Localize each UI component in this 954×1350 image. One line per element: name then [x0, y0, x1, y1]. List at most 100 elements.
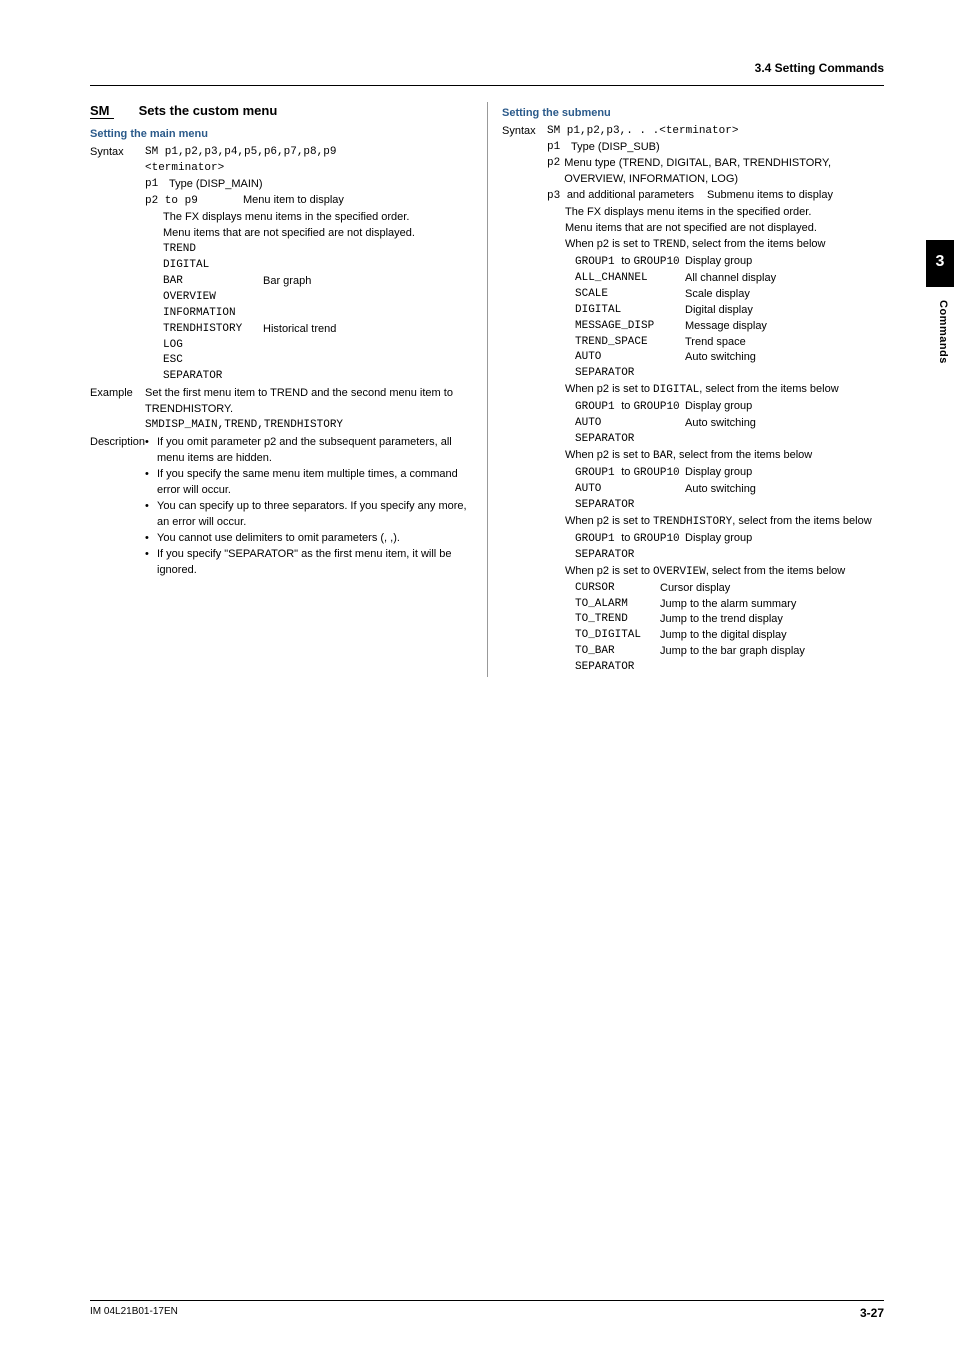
- totrend-val: Jump to the trend display: [660, 612, 783, 628]
- footer: IM 04L21B01-17EN 3-27: [90, 1300, 884, 1322]
- syntax-label: Syntax: [502, 124, 547, 676]
- syntax-line-sub: SM p1,p2,p3,. . .<terminator>: [547, 124, 884, 140]
- syntax-line: SM p1,p2,p3,p4,p5,p6,p7,p8,p9: [145, 145, 473, 161]
- th-items: GROUP1 to GROUP10 Display group SEPARATO…: [565, 531, 884, 564]
- p1-key: p1: [145, 177, 169, 193]
- footer-page-number: 3-27: [860, 1305, 884, 1322]
- bullet-mark-icon: •: [145, 499, 157, 531]
- p3-row: p3 and additional parameters Submenu ite…: [547, 188, 884, 205]
- scale-key: SCALE: [575, 287, 685, 303]
- p1-value: Type (DISP_MAIN): [169, 177, 263, 193]
- example-text: Set the first menu item to TREND and the…: [145, 386, 473, 418]
- msg-val: Message display: [685, 319, 767, 335]
- note-hidden: Menu items that are not specified are no…: [163, 226, 473, 242]
- p1-key: p1: [547, 140, 571, 156]
- allch-val: All channel display: [685, 271, 776, 287]
- ov-intro: When p2 is set to OVERVIEW, select from …: [565, 564, 884, 581]
- group-key: GROUP1 to GROUP10: [575, 465, 685, 482]
- footer-left: IM 04L21B01-17EN: [90, 1305, 178, 1322]
- toalarm-val: Jump to the alarm summary: [660, 597, 796, 613]
- description-label: Description: [90, 435, 145, 578]
- bullet-mark-icon: •: [145, 547, 157, 579]
- group-row: GROUP1 to GROUP10 Display group: [575, 254, 884, 271]
- scale-val: Scale display: [685, 287, 750, 303]
- trend-items: GROUP1 to GROUP10 Display group ALL_CHAN…: [565, 254, 884, 383]
- footer-row: IM 04L21B01-17EN 3-27: [90, 1305, 884, 1322]
- note-order: The FX displays menu items in the specif…: [565, 205, 884, 221]
- tspace-val: Trend space: [685, 335, 746, 351]
- digital-key: DIGITAL: [575, 303, 685, 319]
- item-digital: DIGITAL: [163, 258, 473, 274]
- group-val: Display group: [685, 531, 752, 548]
- tobar-key: TO_BAR: [575, 644, 660, 660]
- item-separator: SEPARATOR: [163, 369, 473, 385]
- side-chapter-label: Commands: [934, 300, 950, 364]
- auto-key: AUTO: [575, 416, 685, 432]
- bullet-mark-icon: •: [145, 435, 157, 467]
- totrend-row: TO_TREND Jump to the trend display: [575, 612, 884, 628]
- auto-row: AUTO Auto switching: [575, 416, 884, 432]
- bullet-text: If you specify the same menu item multip…: [157, 467, 473, 499]
- todigital-key: TO_DIGITAL: [575, 628, 660, 644]
- group-key: GROUP1 to GROUP10: [575, 254, 685, 271]
- menu-description: The FX displays menu items in the specif…: [145, 210, 473, 385]
- example-code: SMDISP_MAIN,TREND,TRENDHISTORY: [145, 418, 473, 434]
- p2-row: p2 Menu type (TREND, DIGITAL, BAR, TREND…: [547, 156, 884, 188]
- subheading-main-menu: Setting the main menu: [90, 127, 473, 143]
- side-tab: 3: [926, 240, 954, 287]
- bullet-text: You cannot use delimiters to omit parame…: [157, 531, 473, 547]
- th-intro: When p2 is set to TRENDHISTORY, select f…: [565, 514, 884, 531]
- bullet-mark-icon: •: [145, 467, 157, 499]
- todigital-row: TO_DIGITAL Jump to the digital display: [575, 628, 884, 644]
- digital-intro: When p2 is set to DIGITAL, select from t…: [565, 382, 884, 399]
- section-header: 3.4 Setting Commands: [90, 60, 884, 77]
- item-bar-key: BAR: [163, 274, 263, 290]
- group-row: GROUP1 to GROUP10 Display group: [575, 399, 884, 416]
- syntax-row-sub: Syntax SM p1,p2,p3,. . .<terminator> p1 …: [502, 124, 884, 676]
- item-th-val: Historical trend: [263, 322, 336, 338]
- auto-key: AUTO: [575, 482, 685, 498]
- scale-row: SCALE Scale display: [575, 287, 884, 303]
- tobar-row: TO_BAR Jump to the bar graph display: [575, 644, 884, 660]
- sep-row: SEPARATOR: [575, 660, 884, 676]
- p2-9-row: p2 to p9 Menu item to display: [145, 193, 473, 210]
- page: 3.4 Setting Commands SM Sets the custom …: [0, 0, 954, 1350]
- syntax-label: Syntax: [90, 145, 145, 385]
- p2-9-key: p2 to p9: [145, 193, 243, 210]
- item-overview: OVERVIEW: [163, 290, 473, 306]
- bullet-2: • If you specify the same menu item mult…: [145, 467, 473, 499]
- command-title: Sets the custom menu: [139, 103, 278, 118]
- description-row: Description • If you omit parameter p2 a…: [90, 435, 473, 578]
- command-heading: SM Sets the custom menu: [90, 102, 473, 121]
- auto-row: AUTO Auto switching: [575, 482, 884, 498]
- bullet-5: • If you specify "SEPARATOR" as the firs…: [145, 547, 473, 579]
- bullet-1: • If you omit parameter p2 and the subse…: [145, 435, 473, 467]
- p1-value: Type (DISP_SUB): [571, 140, 660, 156]
- group-row: GROUP1 to GROUP10 Display group: [575, 531, 884, 548]
- command-code: SM: [90, 103, 114, 119]
- sep-row: SEPARATOR: [575, 498, 884, 514]
- syntax-terminator: <terminator>: [145, 161, 473, 177]
- auto-key: AUTO: [575, 350, 685, 366]
- item-esc: ESC: [163, 353, 473, 369]
- todigital-val: Jump to the digital display: [660, 628, 787, 644]
- group-key: GROUP1 to GROUP10: [575, 399, 685, 416]
- sep-row: SEPARATOR: [575, 366, 884, 382]
- example-row: Example Set the first menu item to TREND…: [90, 386, 473, 434]
- auto-val: Auto switching: [685, 416, 756, 432]
- p1-row: p1 Type (DISP_SUB): [547, 140, 884, 156]
- example-content: Set the first menu item to TREND and the…: [145, 386, 473, 434]
- syntax-row: Syntax SM p1,p2,p3,p4,p5,p6,p7,p8,p9 <te…: [90, 145, 473, 385]
- digital-items: GROUP1 to GROUP10 Display group AUTO Aut…: [565, 399, 884, 448]
- digital-row: DIGITAL Digital display: [575, 303, 884, 319]
- item-information: INFORMATION: [163, 306, 473, 322]
- cursor-val: Cursor display: [660, 581, 730, 597]
- cursor-row: CURSOR Cursor display: [575, 581, 884, 597]
- auto-row: AUTO Auto switching: [575, 350, 884, 366]
- bullet-mark-icon: •: [145, 531, 157, 547]
- p2-value: Menu type (TREND, DIGITAL, BAR, TRENDHIS…: [564, 156, 884, 188]
- allch-key: ALL_CHANNEL: [575, 271, 685, 287]
- p2-key: p2: [547, 156, 564, 188]
- p2-9-value: Menu item to display: [243, 193, 344, 210]
- allch-row: ALL_CHANNEL All channel display: [575, 271, 884, 287]
